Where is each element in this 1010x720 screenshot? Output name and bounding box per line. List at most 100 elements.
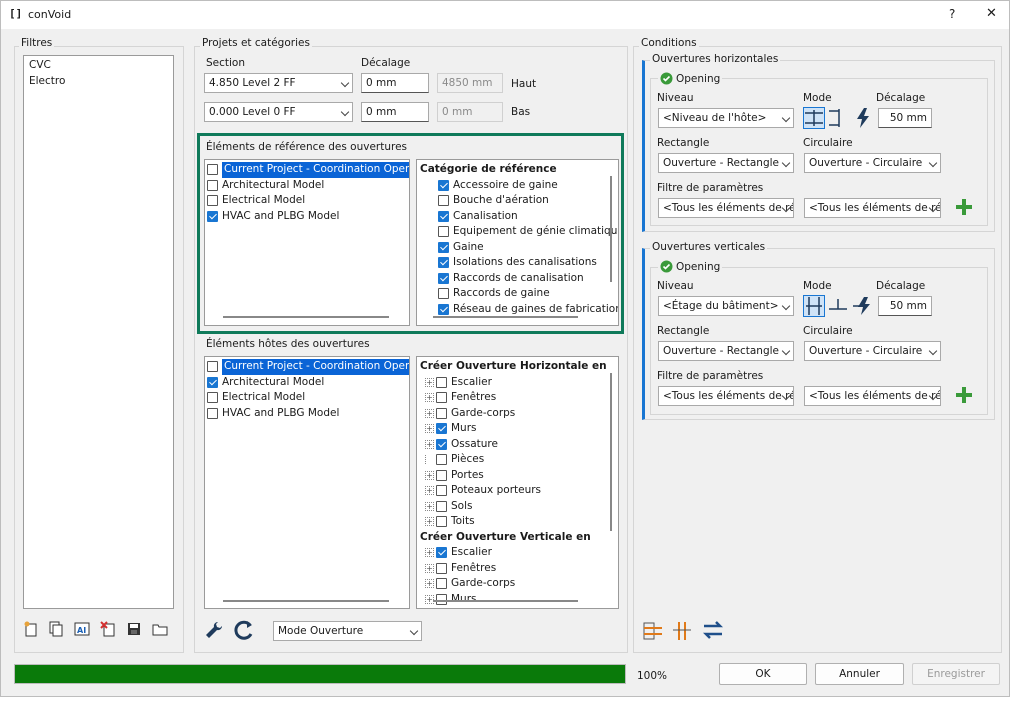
checkbox[interactable] [438, 241, 449, 253]
top-level-select[interactable]: 4.850 Level 2 FF [204, 73, 353, 93]
tree-item[interactable]: + Fenêtres [420, 561, 615, 577]
reference-model-item[interactable]: Current Project - Coordination Openings [207, 162, 409, 178]
mode-vertical-bottom-icon[interactable] [827, 295, 849, 317]
checkbox[interactable] [438, 195, 449, 207]
horizontal-scrollbar[interactable] [433, 600, 578, 602]
open-folder-icon[interactable] [152, 621, 168, 637]
checkbox[interactable] [436, 516, 447, 528]
expand-icon[interactable]: + [425, 377, 434, 387]
add-filter-plus-icon[interactable] [956, 199, 972, 215]
mode-vertical-lightning-icon[interactable] [851, 295, 873, 317]
top-offset-input[interactable]: 0 mm [361, 73, 429, 93]
mode-side-icon[interactable] [827, 107, 843, 129]
tree-item[interactable]: Réseau de gaines de fabrication M [420, 302, 618, 318]
refresh-icon[interactable] [233, 620, 255, 640]
mode-center-icon[interactable] [803, 107, 825, 129]
expand-icon[interactable]: + [425, 548, 434, 558]
host-model-item[interactable]: Current Project - Coordination Openings [207, 359, 409, 375]
help-button[interactable]: ? [949, 7, 955, 21]
checkbox[interactable] [207, 210, 218, 222]
vertical-scrollbar[interactable] [610, 176, 612, 282]
checkbox[interactable] [207, 392, 218, 404]
host-model-item[interactable]: Electrical Model [207, 390, 407, 406]
vertical-offset-input[interactable]: 50 mm [878, 296, 932, 316]
host-category-tree[interactable]: Créer Ouverture Horizontale en + Escalier… [416, 356, 619, 609]
vertical-filter-select-2[interactable]: <Tous les éléments de réf [804, 386, 941, 406]
checkbox[interactable] [207, 179, 218, 191]
tree-item[interactable]: Isolations des canalisations [420, 255, 615, 271]
checkbox[interactable] [438, 210, 449, 222]
add-filter-plus-icon[interactable] [956, 387, 972, 403]
checkbox[interactable] [436, 454, 447, 466]
rename-filter-icon[interactable]: AI [74, 621, 90, 637]
close-button[interactable]: ✕ [986, 6, 997, 21]
horizontal-scrollbar[interactable] [223, 316, 389, 318]
tree-item[interactable]: + Fenêtres [420, 390, 615, 406]
expand-icon[interactable]: + [425, 501, 434, 511]
host-models-list[interactable]: Current Project - Coordination Openings … [204, 356, 410, 609]
delete-filter-icon[interactable] [100, 621, 116, 637]
expand-icon[interactable] [425, 455, 434, 465]
tree-item[interactable]: + Toits [420, 514, 615, 530]
checkbox[interactable] [436, 547, 447, 559]
host-model-item[interactable]: Architectural Model [207, 375, 407, 391]
save-button[interactable]: Enregistrer [912, 663, 1000, 685]
reference-models-list[interactable]: Current Project - Coordination Openings … [204, 159, 410, 326]
vertical-openings-icon[interactable] [671, 620, 693, 642]
checkbox[interactable] [207, 195, 218, 207]
reference-category-tree[interactable]: Catégorie de référence Accessoire de gai… [416, 159, 619, 326]
tree-item[interactable]: Bouche d'aération [420, 193, 615, 209]
cancel-button[interactable]: Annuler [815, 663, 904, 685]
swap-arrows-icon[interactable] [701, 618, 725, 642]
horizontal-rectangle-select[interactable]: Ouverture - Rectangle [658, 153, 794, 173]
expand-icon[interactable]: + [425, 408, 434, 418]
checkbox[interactable] [436, 562, 447, 574]
tree-item[interactable]: Equipement de génie climatique [420, 224, 618, 240]
mode-lightning-icon[interactable] [854, 107, 872, 129]
vertical-circulaire-select[interactable]: Ouverture - Circulaire [804, 341, 941, 361]
expand-icon[interactable]: + [425, 470, 434, 480]
vertical-niveau-select[interactable]: <Étage du bâtiment> [658, 296, 794, 316]
horizontal-filter-select-1[interactable]: <Tous les éléments de réf [658, 198, 794, 218]
horizontal-filter-select-2[interactable]: <Tous les éléments de réf [804, 198, 941, 218]
bottom-level-select[interactable]: 0.000 Level 0 FF [204, 102, 353, 122]
checkbox[interactable] [438, 303, 449, 315]
checkbox[interactable] [438, 226, 449, 238]
filter-item[interactable]: CVC [29, 58, 168, 74]
filters-list[interactable]: CVC Electro [23, 55, 174, 609]
tree-item[interactable]: + Ossature [420, 437, 615, 453]
checkbox[interactable] [438, 288, 449, 300]
tree-item[interactable]: Accessoire de gaine [420, 178, 615, 194]
checkbox[interactable] [436, 469, 447, 481]
save-filter-icon[interactable] [126, 621, 142, 637]
host-model-item[interactable]: HVAC and PLBG Model [207, 406, 407, 422]
horizontal-offset-input[interactable]: 50 mm [878, 108, 932, 128]
checkbox[interactable] [207, 376, 218, 388]
new-filter-icon[interactable] [23, 621, 39, 637]
checkbox[interactable] [436, 578, 447, 590]
duplicate-filter-icon[interactable] [48, 621, 64, 637]
checkbox[interactable] [436, 392, 447, 404]
checkbox[interactable] [436, 500, 447, 512]
reference-model-item[interactable]: HVAC and PLBG Model [207, 209, 407, 225]
checkbox[interactable] [436, 407, 447, 419]
tree-item[interactable]: + Portes [420, 468, 615, 484]
checkbox[interactable] [436, 423, 447, 435]
tree-item[interactable]: + Escalier [420, 375, 615, 391]
tree-item[interactable]: Raccords de gaine [420, 286, 615, 302]
checkbox[interactable] [207, 361, 218, 373]
expand-icon[interactable]: + [425, 486, 434, 496]
tree-item[interactable]: + Garde-corps [420, 576, 615, 592]
horizontal-circulaire-select[interactable]: Ouverture - Circulaire [804, 153, 941, 173]
tree-item[interactable]: Pièces [420, 452, 615, 468]
expand-icon[interactable]: + [425, 439, 434, 449]
expand-icon[interactable]: + [425, 517, 434, 527]
expand-icon[interactable]: + [425, 563, 434, 573]
tree-item[interactable]: Raccords de canalisation [420, 271, 615, 287]
horizontal-scrollbar[interactable] [223, 600, 389, 602]
horizontal-niveau-select[interactable]: <Niveau de l'hôte> [658, 108, 794, 128]
vertical-filter-select-1[interactable]: <Tous les éléments de réf [658, 386, 794, 406]
ok-button[interactable]: OK [719, 663, 807, 685]
expand-icon[interactable]: + [425, 393, 434, 403]
checkbox[interactable] [436, 376, 447, 388]
